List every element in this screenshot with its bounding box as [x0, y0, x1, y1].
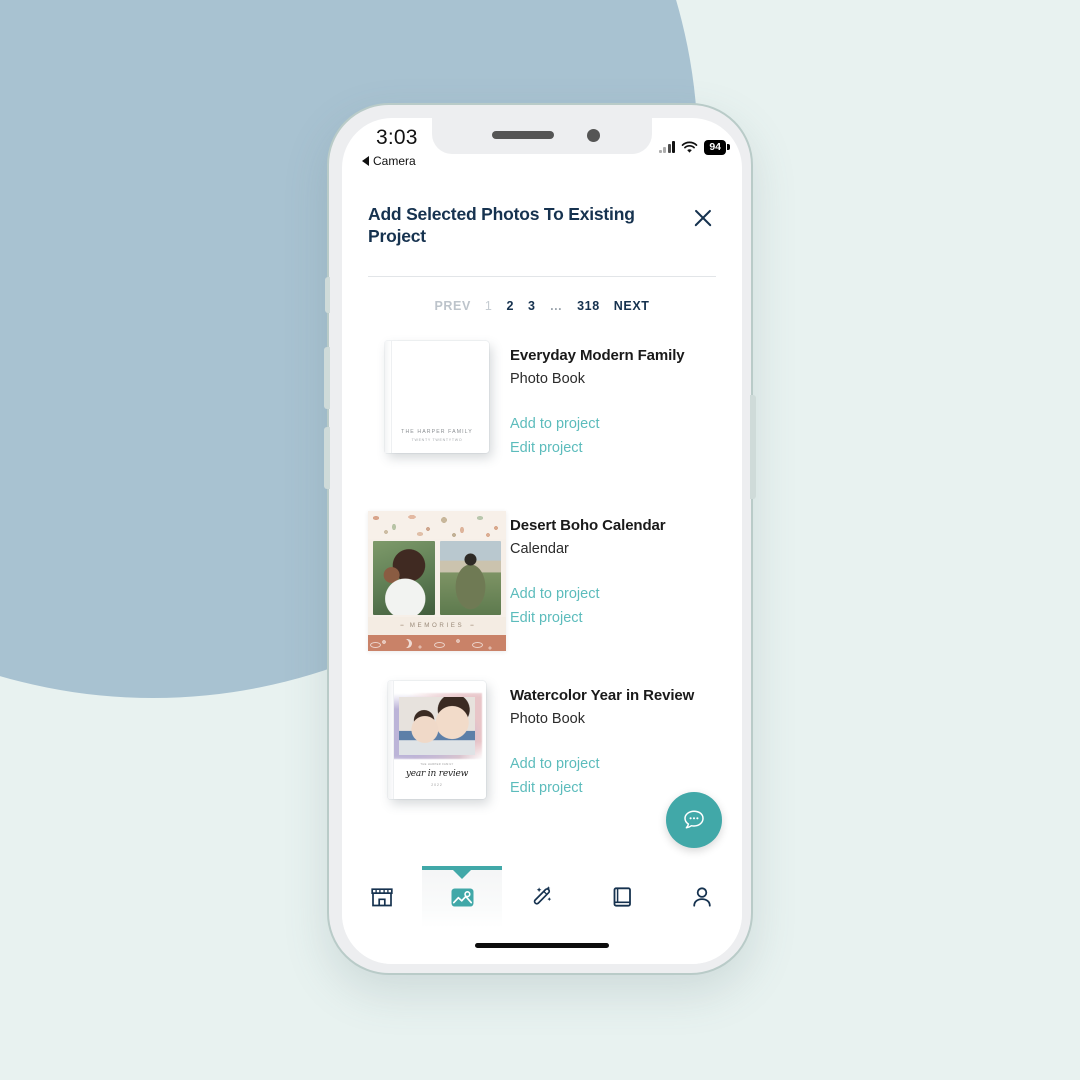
- pagination-page-318[interactable]: 318: [577, 299, 600, 313]
- pagination-page-1[interactable]: 1: [485, 299, 493, 313]
- tab-store[interactable]: [342, 866, 422, 928]
- project-type: Photo Book: [510, 371, 585, 388]
- cellular-signal-icon: [658, 141, 676, 154]
- status-bar: 3:03 Camera 94: [342, 118, 742, 182]
- book-spine: [388, 680, 394, 799]
- white-photo-book-thumbnail: THE HARPER FAMILY TWENTY TWENTYTWO: [385, 340, 489, 453]
- home-indicator[interactable]: [475, 943, 609, 948]
- tab-photos[interactable]: [422, 866, 502, 928]
- eye-motif-icon: [472, 641, 483, 648]
- pagination: PREV 1 2 3 … 318 NEXT: [342, 277, 742, 317]
- project-actions: Add to project Edit project: [510, 413, 720, 460]
- list-item[interactable]: THE HARPER FAMILY TWENTY TWENTYTWO Every…: [342, 335, 742, 505]
- back-to-app-link[interactable]: Camera: [362, 154, 416, 168]
- calendar-cover-title: MEMORIES: [409, 622, 465, 630]
- project-list: THE HARPER FAMILY TWENTY TWENTYTWO Every…: [342, 317, 742, 845]
- calendar-title-band: •• MEMORIES ••: [368, 616, 506, 635]
- boho-calendar-thumbnail: •• MEMORIES ••: [368, 510, 506, 651]
- bottom-navigation: [342, 866, 742, 964]
- add-to-project-link[interactable]: Add to project: [510, 583, 720, 606]
- book-cover-subtitle: TWENTY TWENTYTWO: [411, 437, 463, 442]
- calendar-photo-right: [439, 540, 501, 615]
- add-to-project-link[interactable]: Add to project: [510, 753, 720, 776]
- edit-project-link[interactable]: Edit project: [510, 437, 720, 460]
- terracotta-celestial-band: [368, 634, 506, 651]
- storefront-icon: [371, 888, 393, 907]
- front-camera: [587, 129, 600, 142]
- battery-indicator: 94: [704, 140, 730, 155]
- phone-volume-up-button[interactable]: [324, 347, 330, 409]
- phone-power-button[interactable]: [750, 395, 756, 499]
- magic-wand-icon: [533, 885, 551, 905]
- book-icon: [613, 887, 631, 907]
- calendar-photos: [373, 540, 501, 615]
- project-thumbnail[interactable]: •• MEMORIES ••: [364, 505, 510, 651]
- phone-screen: 3:03 Camera 94 Add Selected Photos To Ex…: [342, 118, 742, 964]
- phone-mockup: 3:03 Camera 94 Add Selected Photos To Ex…: [324, 103, 756, 975]
- pagination-page-3[interactable]: 3: [528, 299, 536, 313]
- tab-book[interactable]: [582, 866, 662, 928]
- tab-profile[interactable]: [662, 866, 742, 928]
- book-cover-photo: [399, 696, 475, 755]
- eye-motif-icon: [434, 641, 445, 648]
- book-cover-script: year in review: [405, 768, 469, 779]
- active-tab-notch: [453, 869, 471, 879]
- book-cover-title: THE HARPER FAMILY: [401, 428, 473, 435]
- book-spine: [385, 340, 392, 453]
- chat-support-button[interactable]: [666, 792, 722, 848]
- chat-bubble-icon: [684, 810, 704, 829]
- earpiece-speaker: [492, 131, 554, 139]
- project-thumbnail[interactable]: THE HARPER FAMILY TWENTY TWENTYTWO: [364, 335, 510, 453]
- profile-icon: [693, 887, 711, 907]
- book-cover-caption: THE HARPER FAMILY: [420, 762, 454, 766]
- close-icon[interactable]: [690, 205, 716, 231]
- back-arrow-icon: [362, 156, 369, 166]
- project-type: Photo Book: [510, 711, 585, 728]
- project-info: Desert Boho Calendar Calendar Add to pro…: [510, 505, 720, 631]
- project-title: Watercolor Year in Review: [510, 686, 695, 704]
- wifi-icon: [681, 141, 698, 153]
- project-actions: Add to project Edit project: [510, 583, 720, 630]
- project-info: Everyday Modern Family Photo Book Add to…: [510, 335, 720, 461]
- calendar-photo-left: [373, 540, 435, 615]
- project-info: Watercolor Year in Review Photo Book Add…: [510, 675, 720, 801]
- tab-magic[interactable]: [502, 866, 582, 928]
- project-thumbnail[interactable]: THE HARPER FAMILY year in review 2022: [364, 675, 510, 799]
- scene: 3:03 Camera 94 Add Selected Photos To Ex…: [0, 0, 1080, 1080]
- status-clock: 3:03: [376, 126, 418, 149]
- project-type: Calendar: [510, 541, 569, 558]
- page-title: Add Selected Photos To Existing Project: [368, 204, 635, 246]
- pagination-next[interactable]: NEXT: [614, 299, 650, 313]
- project-title: Everyday Modern Family: [510, 346, 685, 364]
- edit-project-link[interactable]: Edit project: [510, 607, 720, 630]
- ornament-right: ••: [470, 622, 474, 629]
- watercolor-photo-book-thumbnail: THE HARPER FAMILY year in review 2022: [388, 680, 486, 799]
- status-indicators: 94: [658, 140, 730, 155]
- photos-icon: [451, 888, 473, 906]
- phone-volume-down-button[interactable]: [324, 427, 330, 489]
- list-item[interactable]: •• MEMORIES •• Desert Boho Calendar Cale…: [342, 505, 742, 675]
- phone-notch: [432, 118, 652, 154]
- ornament-left: ••: [400, 622, 404, 629]
- back-app-label: Camera: [373, 154, 416, 168]
- pagination-ellipsis: …: [549, 298, 564, 313]
- book-cover-year: 2022: [431, 782, 443, 787]
- eye-motif-icon: [370, 641, 381, 648]
- add-to-project-link[interactable]: Add to project: [510, 413, 720, 436]
- moon-icon: [400, 639, 409, 648]
- pagination-prev[interactable]: PREV: [434, 299, 470, 313]
- modal-header: Add Selected Photos To Existing Project: [342, 182, 742, 248]
- phone-silent-switch[interactable]: [325, 277, 330, 313]
- project-title: Desert Boho Calendar: [510, 516, 666, 534]
- pagination-page-2-active[interactable]: 2: [506, 299, 514, 313]
- terrazzo-pattern: [368, 510, 506, 539]
